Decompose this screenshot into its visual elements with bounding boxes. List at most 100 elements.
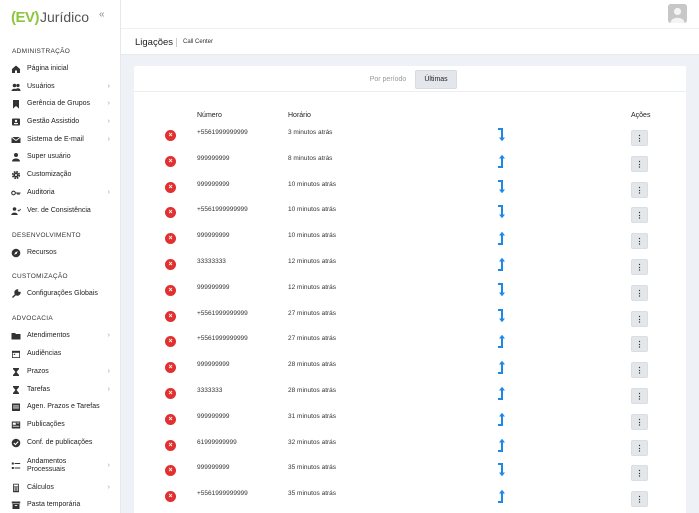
close-icon: ×: [168, 416, 173, 423]
delete-call-button[interactable]: ×: [165, 207, 176, 218]
newspaper-icon: [11, 420, 21, 430]
delete-call-button[interactable]: ×: [165, 465, 176, 476]
row-actions-button[interactable]: ⋮: [631, 336, 648, 352]
chevron-right-icon: ›: [107, 83, 110, 90]
row-actions-button[interactable]: ⋮: [631, 465, 648, 481]
avatar-silhouette-icon: [668, 4, 687, 23]
delete-call-button[interactable]: ×: [165, 491, 176, 502]
delete-call-button[interactable]: ×: [165, 311, 176, 322]
call-time: 8 minutos atrás: [288, 155, 333, 162]
sidebar-item-label: Gerência de Grupos: [27, 100, 91, 107]
chevron-right-icon: ›: [107, 100, 110, 107]
sidebar-item-label: Prazos: [27, 368, 49, 375]
delete-call-button[interactable]: ×: [165, 156, 176, 167]
more-vertical-icon: ⋮: [635, 288, 644, 298]
wrench-icon: [11, 289, 21, 299]
delete-call-button[interactable]: ×: [165, 182, 176, 193]
sidebar-item-super-usuario[interactable]: Super usuário: [0, 149, 120, 165]
phone-number: 33333333: [197, 258, 226, 265]
close-icon: ×: [168, 132, 173, 139]
delete-call-button[interactable]: ×: [165, 362, 176, 373]
bookmark-icon: [11, 99, 21, 109]
sidebar-item-label: Página inicial: [27, 65, 69, 72]
phone-number: 999999999: [197, 232, 230, 239]
close-icon: ×: [168, 184, 173, 191]
delete-call-button[interactable]: ×: [165, 259, 176, 270]
row-actions-button[interactable]: ⋮: [631, 233, 648, 249]
tab-ultimas[interactable]: Últimas: [415, 70, 457, 89]
call-time: 32 minutos atrás: [288, 439, 337, 446]
phone-number: +5561999999999: [197, 490, 248, 497]
sidebar-item-configuracoes-globais[interactable]: Configurações Globais: [0, 286, 120, 302]
row-actions-button[interactable]: ⋮: [631, 182, 648, 198]
row-actions-button[interactable]: ⋮: [631, 259, 648, 275]
user-check-icon: [11, 206, 21, 216]
sidebar-item-label: Configurações Globais: [27, 290, 98, 297]
row-actions-button[interactable]: ⋮: [631, 207, 648, 223]
delete-call-button[interactable]: ×: [165, 130, 176, 141]
row-actions-button[interactable]: ⋮: [631, 156, 648, 172]
call-time: 35 minutos atrás: [288, 464, 337, 471]
phone-number: +5561999999999: [197, 129, 248, 136]
row-actions-button[interactable]: ⋮: [631, 285, 648, 301]
row-actions-button[interactable]: ⋮: [631, 440, 648, 456]
chevron-right-icon: ›: [107, 118, 110, 125]
sidebar-item-sistema-de-email[interactable]: Sistema de E-mail ›: [0, 132, 120, 148]
sidebar-item-prazos[interactable]: Prazos ›: [0, 364, 120, 380]
sidebar-item-conf-de-publicacoes[interactable]: Conf. de publicações: [0, 435, 120, 451]
sidebar-item-label: Ver. de Consistência: [27, 207, 91, 214]
row-actions-button[interactable]: ⋮: [631, 491, 648, 507]
sidebar-item-label: Gestão Assistido: [27, 118, 80, 125]
sidebar-item-pagina-inicial[interactable]: Página inicial: [0, 61, 120, 77]
hourglass-icon: [11, 367, 21, 377]
sidebar-item-gestao-assistido[interactable]: Gestão Assistido ›: [0, 114, 120, 130]
sidebar-item-label: Atendimentos: [27, 332, 70, 339]
calculator-icon: [11, 483, 21, 493]
sidebar-item-usuarios[interactable]: Usuários ›: [0, 79, 120, 95]
row-actions-button[interactable]: ⋮: [631, 130, 648, 146]
sidebar-item-agen-prazos-e-tarefas[interactable]: Agen. Prazos e Tarefas: [0, 399, 120, 415]
delete-call-button[interactable]: ×: [165, 285, 176, 296]
phone-number: 3333333: [197, 387, 223, 394]
sidebar-item-auditoria[interactable]: Auditoria ›: [0, 185, 120, 201]
column-header-number: Número: [197, 112, 222, 119]
mail-icon: [11, 135, 21, 145]
row-actions-button[interactable]: ⋮: [631, 362, 648, 378]
row-actions-button[interactable]: ⋮: [631, 388, 648, 404]
sidebar-item-ver-de-consistencia[interactable]: Ver. de Consistência: [0, 203, 120, 219]
sidebar-item-label: Andamentos Processuais: [27, 458, 67, 473]
sidebar-item-label: Pasta temporária: [27, 501, 81, 508]
call-time: 12 minutos atrás: [288, 284, 337, 291]
more-vertical-icon: ⋮: [635, 314, 644, 324]
call-time: 28 minutos atrás: [288, 361, 337, 368]
row-actions-button[interactable]: ⋮: [631, 414, 648, 430]
incoming-call-arrow-icon: [496, 283, 506, 297]
sidebar-item-recursos[interactable]: Recursos: [0, 245, 120, 261]
collapse-sidebar-icon[interactable]: «: [99, 9, 105, 20]
delete-call-button[interactable]: ×: [165, 440, 176, 451]
sidebar-item-andamentos-processuais[interactable]: Andamentos Processuais ›: [0, 455, 120, 477]
tab-por-periodo[interactable]: Por período: [363, 70, 413, 89]
call-time: 10 minutos atrás: [288, 206, 337, 213]
delete-call-button[interactable]: ×: [165, 233, 176, 244]
sidebar-item-customizacao[interactable]: Customização: [0, 167, 120, 183]
app-logo[interactable]: (EV) Jurídico: [11, 8, 89, 26]
row-actions-button[interactable]: ⋮: [631, 311, 648, 327]
sidebar-item-atendimentos[interactable]: Atendimentos ›: [0, 328, 120, 344]
sidebar-item-pasta-temporaria[interactable]: Pasta temporária: [0, 497, 120, 513]
call-time: 27 minutos atrás: [288, 310, 337, 317]
phone-number: 999999999: [197, 284, 230, 291]
sidebar-item-audiencias[interactable]: Audiências: [0, 346, 120, 362]
close-icon: ×: [168, 467, 173, 474]
phone-number: 999999999: [197, 155, 230, 162]
sidebar-item-tarefas[interactable]: Tarefas ›: [0, 382, 120, 398]
sidebar-item-gerencia-de-grupos[interactable]: Gerência de Grupos ›: [0, 96, 120, 112]
breadcrumb[interactable]: Call Center: [183, 39, 213, 45]
call-time: 28 minutos atrás: [288, 387, 337, 394]
sidebar-item-calculos[interactable]: Cálculos ›: [0, 480, 120, 496]
user-avatar[interactable]: [668, 4, 687, 23]
delete-call-button[interactable]: ×: [165, 336, 176, 347]
sidebar-item-publicacoes[interactable]: Publicações: [0, 417, 120, 433]
delete-call-button[interactable]: ×: [165, 388, 176, 399]
delete-call-button[interactable]: ×: [165, 414, 176, 425]
